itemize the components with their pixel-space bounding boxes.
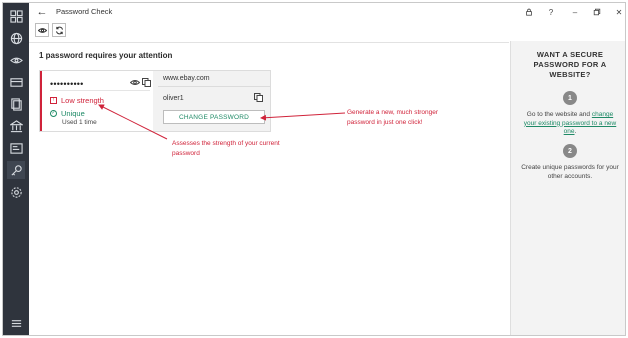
usage-count: Used 1 time <box>62 119 97 126</box>
nav-documents-icon[interactable] <box>7 95 25 113</box>
annotation-strength: Assesses the strength of your current pa… <box>172 139 280 158</box>
refresh-button[interactable] <box>52 23 66 37</box>
help-button[interactable]: ? <box>545 6 557 18</box>
strength-status: ! Low strength <box>50 96 104 105</box>
annotation-line: password in just one click! <box>347 118 423 126</box>
masked-password: •••••••••• <box>50 79 84 89</box>
strength-label: Low strength <box>61 96 104 105</box>
show-passwords-button[interactable] <box>35 23 49 37</box>
eye-icon <box>37 27 47 33</box>
arrow-to-change-button <box>260 112 346 121</box>
copy-password-icon[interactable] <box>142 78 151 87</box>
back-arrow-icon[interactable]: ← <box>35 5 49 19</box>
username: oliver1 <box>163 95 184 102</box>
check-circle-icon: ✓ <box>50 110 57 117</box>
nav-key-icon[interactable] <box>7 161 25 179</box>
step-1-prefix: Go to the website and <box>526 111 591 118</box>
nav-globe-icon[interactable] <box>7 29 25 47</box>
step-1-text: Go to the website and change your existi… <box>521 111 619 137</box>
info-heading-line: WEBSITE? <box>549 70 591 79</box>
restore-button[interactable] <box>591 6 603 18</box>
toolbar <box>29 21 89 41</box>
lock-icon[interactable] <box>523 6 535 18</box>
page-heading: 1 password requires your attention <box>39 51 173 60</box>
nav-id-card-icon[interactable] <box>7 139 25 157</box>
nav-card-icon[interactable] <box>7 73 25 91</box>
hamburger-menu-icon[interactable] <box>7 314 25 332</box>
password-card-details: •••••••••• ! Low strength ✓ Unique Used … <box>40 71 153 131</box>
step-1-suffix: . <box>574 128 577 135</box>
window-title: Password Check <box>56 7 113 16</box>
unique-status: ✓ Unique <box>50 109 85 118</box>
site-url[interactable]: www.ebay.com <box>163 75 210 82</box>
toolbar-divider <box>29 42 509 43</box>
nav-settings-icon[interactable] <box>7 183 25 201</box>
copy-username-icon[interactable] <box>254 93 263 102</box>
info-panel-heading: WANT A SECURE PASSWORD FOR A WEBSITE? <box>519 50 621 80</box>
annotation-line: Assesses the strength of your current <box>172 140 280 147</box>
nav-bank-icon[interactable] <box>7 117 25 135</box>
step-2-badge: 2 <box>563 144 577 158</box>
password-card: •••••••••• ! Low strength ✓ Unique Used … <box>39 70 271 132</box>
sidebar-nav <box>3 3 29 335</box>
step-1-badge: 1 <box>563 91 577 105</box>
annotation-change-password: Generate a new, much stronger password i… <box>347 108 438 127</box>
refresh-icon <box>55 26 63 34</box>
reveal-eye-icon[interactable] <box>130 78 140 87</box>
unique-label: Unique <box>61 109 85 118</box>
nav-dashboard-icon[interactable] <box>7 7 25 25</box>
card-divider <box>50 90 150 91</box>
site-divider <box>158 86 270 87</box>
app-window: ← Password Check ? – ✕ 1 password requir… <box>2 2 626 336</box>
nav-eye-icon[interactable] <box>7 51 25 69</box>
info-heading-line: PASSWORD FOR A <box>533 60 607 69</box>
step-2-text: Create unique passwords for your other a… <box>521 164 619 180</box>
annotation-line: password <box>172 149 200 157</box>
warning-icon: ! <box>50 97 57 104</box>
annotation-line: Generate a new, much stronger <box>347 109 439 116</box>
minimize-button[interactable]: – <box>569 6 581 18</box>
change-password-button[interactable]: CHANGE PASSWORD <box>163 110 265 124</box>
close-button[interactable]: ✕ <box>613 6 625 18</box>
info-panel: WANT A SECURE PASSWORD FOR A WEBSITE? 1 … <box>510 41 625 335</box>
title-bar: ← Password Check ? – ✕ <box>29 3 625 21</box>
info-heading-line: WANT A SECURE <box>536 50 604 59</box>
